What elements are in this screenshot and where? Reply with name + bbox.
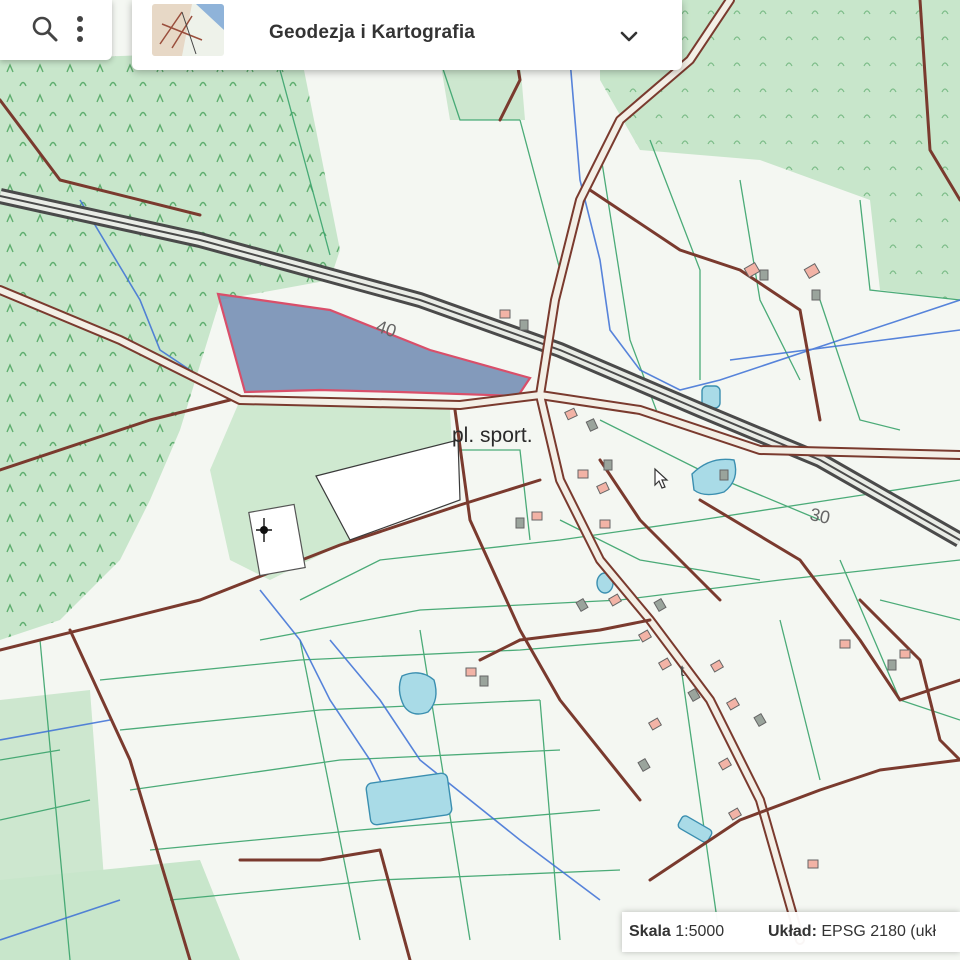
map-canvas[interactable]: 40 30 t xyxy=(0,0,960,960)
search-icon[interactable] xyxy=(30,14,60,44)
scale-value[interactable]: 1:5000 xyxy=(675,923,724,940)
scale-label: Skala xyxy=(629,923,671,940)
map-status-bar: Skala 1:5000 Układ: EPSG 2180 (ukł xyxy=(622,912,960,952)
layer-title: Geodezja i Kartografia xyxy=(269,22,476,43)
chevron-down-icon[interactable] xyxy=(618,26,640,48)
sports-field-label: pl. sport. xyxy=(452,424,533,447)
more-vertical-icon[interactable] xyxy=(68,12,92,46)
contour-label-30: 30 xyxy=(808,504,832,528)
mark-label-t: t xyxy=(680,663,685,680)
map-toolbar xyxy=(0,0,112,60)
layer-selector[interactable]: Geodezja i Kartografia xyxy=(132,0,682,70)
crs-value[interactable]: EPSG 2180 (ukł xyxy=(821,923,936,940)
mouse-cursor-icon xyxy=(654,467,669,489)
crs-label: Układ: xyxy=(768,923,817,940)
layer-thumbnail xyxy=(152,4,224,56)
